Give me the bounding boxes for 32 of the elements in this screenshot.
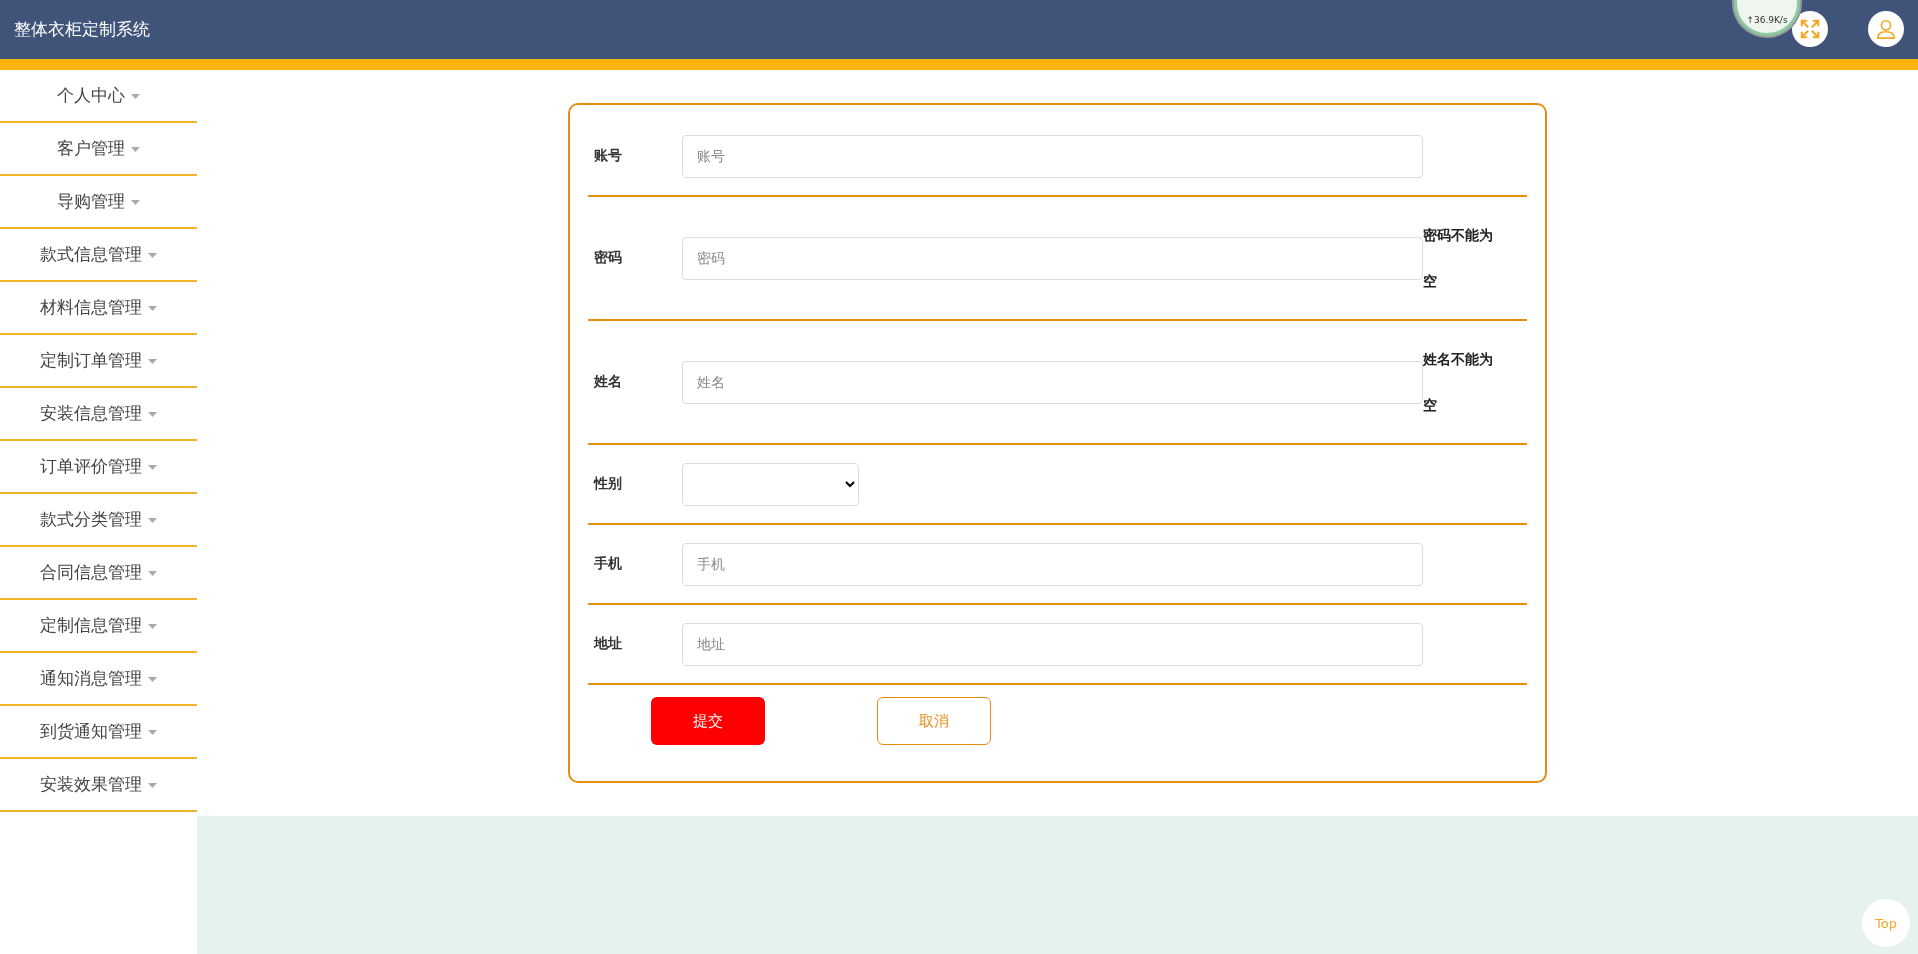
field-label: 手机 — [594, 555, 623, 573]
field-label: 账号 — [594, 147, 623, 165]
caret-icon — [148, 517, 157, 523]
app-title: 整体衣柜定制系统 — [14, 18, 150, 41]
user-icon[interactable] — [1868, 10, 1904, 47]
caret-icon — [148, 570, 157, 576]
input-field[interactable]: 手机 — [682, 542, 1423, 586]
input-field[interactable]: 密码 — [682, 236, 1423, 280]
input-field[interactable]: 地址 — [682, 622, 1423, 666]
caret-icon — [148, 729, 157, 735]
caret-icon — [131, 93, 140, 99]
caret-icon — [148, 623, 157, 629]
error-message: 姓名不能为空 — [1423, 350, 1494, 415]
field-label: 性别 — [594, 475, 623, 493]
caret-icon — [148, 464, 157, 470]
caret-icon — [148, 252, 157, 258]
field-label: 密码 — [594, 249, 623, 267]
network-speed-widget: ↑36.9K/s — [1734, 0, 1800, 36]
caret-icon — [148, 411, 157, 417]
field-label: 姓名 — [594, 373, 623, 391]
field-label: 地址 — [594, 635, 623, 653]
caret-icon — [131, 199, 140, 205]
input-field[interactable]: 姓名 — [682, 360, 1423, 404]
caret-icon — [148, 305, 157, 311]
caret-icon — [148, 782, 157, 788]
input-field[interactable]: 账号 — [682, 134, 1423, 178]
submit-button[interactable]: 提交 — [651, 697, 765, 745]
caret-icon — [148, 676, 157, 682]
fullscreen-icon[interactable] — [1792, 10, 1828, 47]
caret-icon — [148, 358, 157, 364]
caret-icon — [131, 146, 140, 152]
error-message: 密码不能为空 — [1423, 226, 1494, 291]
